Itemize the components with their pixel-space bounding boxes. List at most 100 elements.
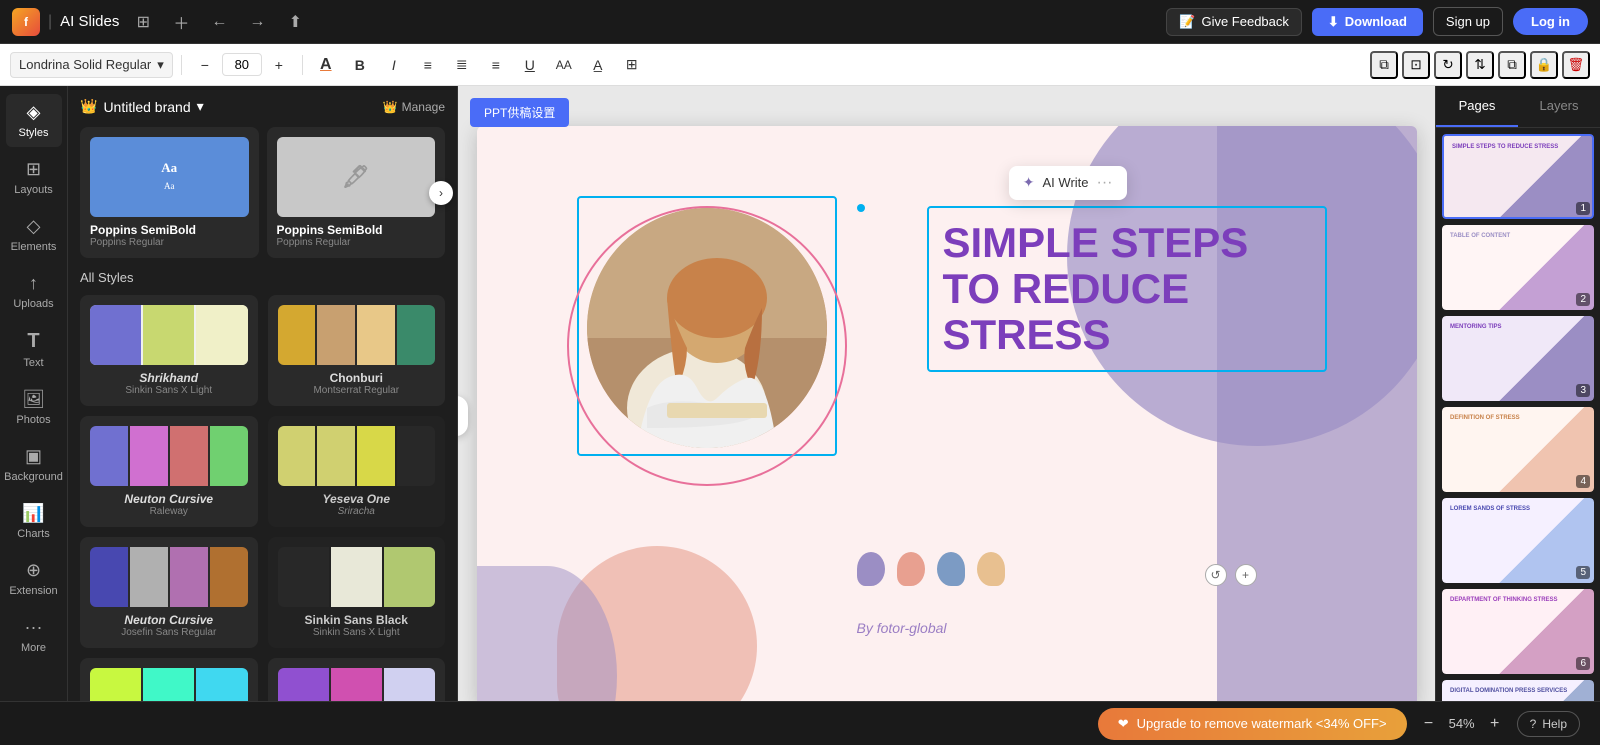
slide-text-box[interactable]: SIMPLE STEPS TO REDUCE STRESS	[927, 206, 1327, 373]
undo-icon[interactable]: ←	[205, 8, 233, 36]
toolbar: Londrina Solid Regular ▾ − + A B I ≡ ≣ ≡…	[0, 44, 1600, 86]
style-sinkin-sans-black[interactable]: Sinkin Sans Black Sinkin Sans X Light	[268, 537, 446, 648]
dot-4	[977, 552, 1005, 586]
style-chonburi[interactable]: Chonburi Montserrat Regular	[268, 295, 446, 406]
give-feedback-button[interactable]: 📝 Give Feedback	[1166, 8, 1302, 36]
app-title: AI Slides	[60, 13, 119, 30]
page-item-3[interactable]: MENTORING TIPS 3	[1442, 316, 1594, 401]
page-num-2: 2	[1576, 293, 1590, 306]
font-color-button[interactable]: A	[311, 50, 341, 80]
resize-handles: ↺ +	[1205, 564, 1257, 586]
more-icon: ···	[25, 617, 43, 638]
elements-icon: ◇	[27, 216, 41, 237]
lock-button[interactable]: 🔒	[1530, 51, 1558, 79]
style-card-1[interactable]: AaAa Poppins SemiBold Poppins Regular	[80, 127, 259, 258]
sidebar-item-elements[interactable]: ◇ Elements	[6, 208, 62, 261]
thumb-text-5: LOREM SANDS OF STRESS	[1442, 498, 1594, 522]
upload-icon[interactable]: ⬆	[281, 8, 309, 36]
collapse-panel-button[interactable]: ‹	[458, 396, 468, 436]
page-thumb-3: MENTORING TIPS	[1442, 316, 1594, 401]
pages-list: SIMPLE STEPS TO REDUCE STRESS 1 TABLE OF…	[1436, 128, 1600, 709]
underline-button[interactable]: U	[515, 50, 545, 80]
grid-icon[interactable]: ⊞	[129, 8, 157, 36]
slide-main-text: SIMPLE STEPS TO REDUCE STRESS	[943, 220, 1311, 359]
increase-font-size-button[interactable]: +	[264, 50, 294, 80]
ai-write-label[interactable]: AI Write	[1043, 175, 1089, 190]
page-item-4[interactable]: DEFINITION OF STRESS 4	[1442, 407, 1594, 492]
refresh-handle[interactable]: ↺	[1205, 564, 1227, 586]
charts-icon: 📊	[22, 503, 44, 524]
texture-button[interactable]: ⊞	[617, 50, 647, 80]
sidebar-item-charts[interactable]: 📊 Charts	[6, 495, 62, 548]
style-neuton-cursive-1[interactable]: Neuton Cursive Raleway	[80, 416, 258, 527]
align-justify-button[interactable]: ≡	[481, 50, 511, 80]
add-icon[interactable]: ＋	[167, 8, 195, 36]
sidebar-item-extension[interactable]: ⊕ Extension	[6, 552, 62, 605]
thumb-text-1: SIMPLE STEPS TO REDUCE STRESS	[1444, 136, 1592, 160]
zoom-out-button[interactable]: −	[1417, 712, 1441, 736]
style-card-2[interactable]: 🖋 Poppins SemiBold Poppins Regular	[267, 127, 446, 258]
ppt-setup-button[interactable]: PPT供稿设置	[470, 98, 569, 127]
uploads-icon: ↑	[29, 273, 38, 294]
page-thumb-2: TABLE OF CONTENT	[1442, 225, 1594, 310]
redo-icon[interactable]: →	[243, 8, 271, 36]
thumb-text-3: MENTORING TIPS	[1442, 316, 1594, 340]
duplicate-button[interactable]: ⧉	[1370, 51, 1398, 79]
login-button[interactable]: Log in	[1513, 8, 1588, 35]
sidebar-item-more[interactable]: ··· More	[6, 609, 62, 662]
sidebar-item-styles[interactable]: ◈ Styles	[6, 94, 62, 147]
help-button[interactable]: ? Help	[1517, 711, 1580, 737]
image-selection-box[interactable]	[577, 196, 837, 456]
topbar: f | AI Slides ⊞ ＋ ← → ⬆ 📝 Give Feedback …	[0, 0, 1600, 44]
download-icon: ⬇	[1328, 14, 1339, 30]
position-button[interactable]: ⊡	[1402, 51, 1430, 79]
style-yeseva-one[interactable]: Yeseva One Sriracha	[268, 416, 446, 527]
download-button[interactable]: ⬇ Download	[1312, 8, 1423, 36]
rotate-button[interactable]: ↻	[1434, 51, 1462, 79]
chevron-down-icon: ▾	[197, 98, 204, 115]
logo-area: f | AI Slides	[12, 8, 119, 36]
carousel-next-button[interactable]: ›	[429, 181, 453, 205]
toolbar-divider-1	[181, 55, 182, 75]
font-selector[interactable]: Londrina Solid Regular ▾	[10, 52, 173, 78]
sidebar-item-background[interactable]: ▣ Background	[6, 438, 62, 491]
page-num-5: 5	[1576, 566, 1590, 579]
align-center-button[interactable]: ≣	[447, 50, 477, 80]
sidebar-item-uploads[interactable]: ↑ Uploads	[6, 265, 62, 318]
highlight-button[interactable]: A̲	[583, 50, 613, 80]
bold-button[interactable]: B	[345, 50, 375, 80]
sidebar-item-photos[interactable]: 🖼 Photos	[6, 381, 62, 434]
italic-button[interactable]: I	[379, 50, 409, 80]
sidebar-item-text[interactable]: T Text	[6, 322, 62, 377]
arrange-button[interactable]: ⇅	[1466, 51, 1494, 79]
page-item-5[interactable]: LOREM SANDS OF STRESS 5	[1442, 498, 1594, 583]
brand-selector[interactable]: 👑 Untitled brand ▾	[80, 98, 204, 115]
style-neuton-cursive-2[interactable]: Neuton Cursive Josefin Sans Regular	[80, 537, 258, 648]
font-size-input[interactable]	[222, 53, 262, 76]
upgrade-button[interactable]: ❤ Upgrade to remove watermark <34% OFF>	[1098, 708, 1407, 740]
page-thumb-5: LOREM SANDS OF STRESS	[1442, 498, 1594, 583]
style-shrikhand[interactable]: Shrikhand Sinkin Sans X Light	[80, 295, 258, 406]
tab-layers[interactable]: Layers	[1518, 86, 1600, 127]
layers-button[interactable]: ⧉	[1498, 51, 1526, 79]
page-item-2[interactable]: TABLE OF CONTENT 2	[1442, 225, 1594, 310]
page-item-1[interactable]: SIMPLE STEPS TO REDUCE STRESS 1	[1442, 134, 1594, 219]
tab-pages[interactable]: Pages	[1436, 86, 1518, 127]
dot-1	[857, 552, 885, 586]
text-size-button[interactable]: AA	[549, 50, 579, 80]
add-handle[interactable]: +	[1235, 564, 1257, 586]
align-left-button[interactable]: ≡	[413, 50, 443, 80]
sidebar-item-layouts[interactable]: ⊞ Layouts	[6, 151, 62, 204]
delete-button[interactable]: 🗑	[1562, 51, 1590, 79]
signup-button[interactable]: Sign up	[1433, 7, 1503, 36]
dot-2	[897, 552, 925, 586]
ai-more-button[interactable]: ···	[1097, 174, 1113, 192]
decrease-font-size-button[interactable]: −	[190, 50, 220, 80]
page-item-6[interactable]: DEPARTMENT OF THINKING STRESS 6	[1442, 589, 1594, 674]
zoom-in-button[interactable]: +	[1483, 712, 1507, 736]
feedback-icon: 📝	[1179, 14, 1195, 30]
manage-button[interactable]: 👑 Manage	[383, 100, 445, 114]
fotor-logo[interactable]: f	[12, 8, 40, 36]
right-panel: Pages Layers SIMPLE STEPS TO REDUCE STRE…	[1435, 86, 1600, 745]
crown-icon: 👑	[383, 100, 398, 114]
